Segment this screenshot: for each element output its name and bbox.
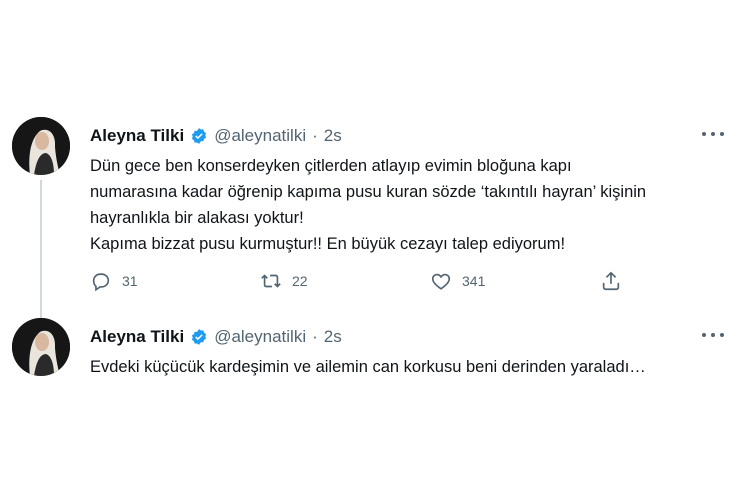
like-button[interactable]: 341	[430, 270, 485, 292]
separator-dot: ·	[312, 327, 318, 346]
tweet-text: Evdeki küçücük kardeşimin ve ailemin can…	[90, 354, 720, 380]
more-icon[interactable]	[702, 131, 724, 137]
avatar[interactable]	[12, 318, 70, 376]
share-button[interactable]	[600, 270, 622, 292]
retweet-button[interactable]: 22	[260, 270, 308, 292]
verified-badge-icon	[192, 128, 207, 144]
avatar-image	[12, 318, 70, 376]
reply-icon	[92, 273, 110, 292]
reply-count: 31	[122, 273, 138, 289]
tweet-text-line: hayranlıkla bir alakası yoktur!	[90, 209, 304, 227]
verified-badge-icon	[192, 329, 207, 345]
tweet-text-line: Evdeki küçücük kardeşimin ve ailemin can…	[90, 358, 646, 376]
thread-connector-line	[40, 180, 42, 320]
more-icon[interactable]	[702, 332, 724, 338]
tweet-text-line: numarasına kadar öğrenip kapıma pusu kur…	[90, 183, 647, 201]
avatar-image	[12, 117, 70, 175]
timestamp[interactable]: 2s	[324, 126, 342, 146]
tweet-text-line: Dün gece ben konserdeyken çitlerden atla…	[90, 157, 572, 175]
author-handle[interactable]: @aleynatilki	[214, 327, 306, 347]
author-handle[interactable]: @aleynatilki	[214, 126, 306, 146]
avatar[interactable]	[12, 117, 70, 175]
tweet-actions: 31 22 341	[90, 270, 650, 294]
author-name[interactable]: Aleyna Tilki	[90, 327, 184, 347]
timestamp[interactable]: 2s	[324, 327, 342, 347]
like-icon	[431, 273, 451, 290]
like-count: 341	[462, 273, 486, 289]
retweet-icon	[261, 274, 281, 288]
tweet-text-line: Kapıma bizzat pusu kurmuştur!! En büyük …	[90, 235, 566, 253]
share-icon	[602, 271, 620, 291]
tweet-text: Dün gece ben konserdeyken çitlerden atla…	[90, 153, 720, 257]
reply-button[interactable]: 31	[90, 270, 138, 292]
author-name[interactable]: Aleyna Tilki	[90, 126, 184, 146]
separator-dot: ·	[312, 126, 318, 145]
retweet-count: 22	[292, 273, 308, 289]
